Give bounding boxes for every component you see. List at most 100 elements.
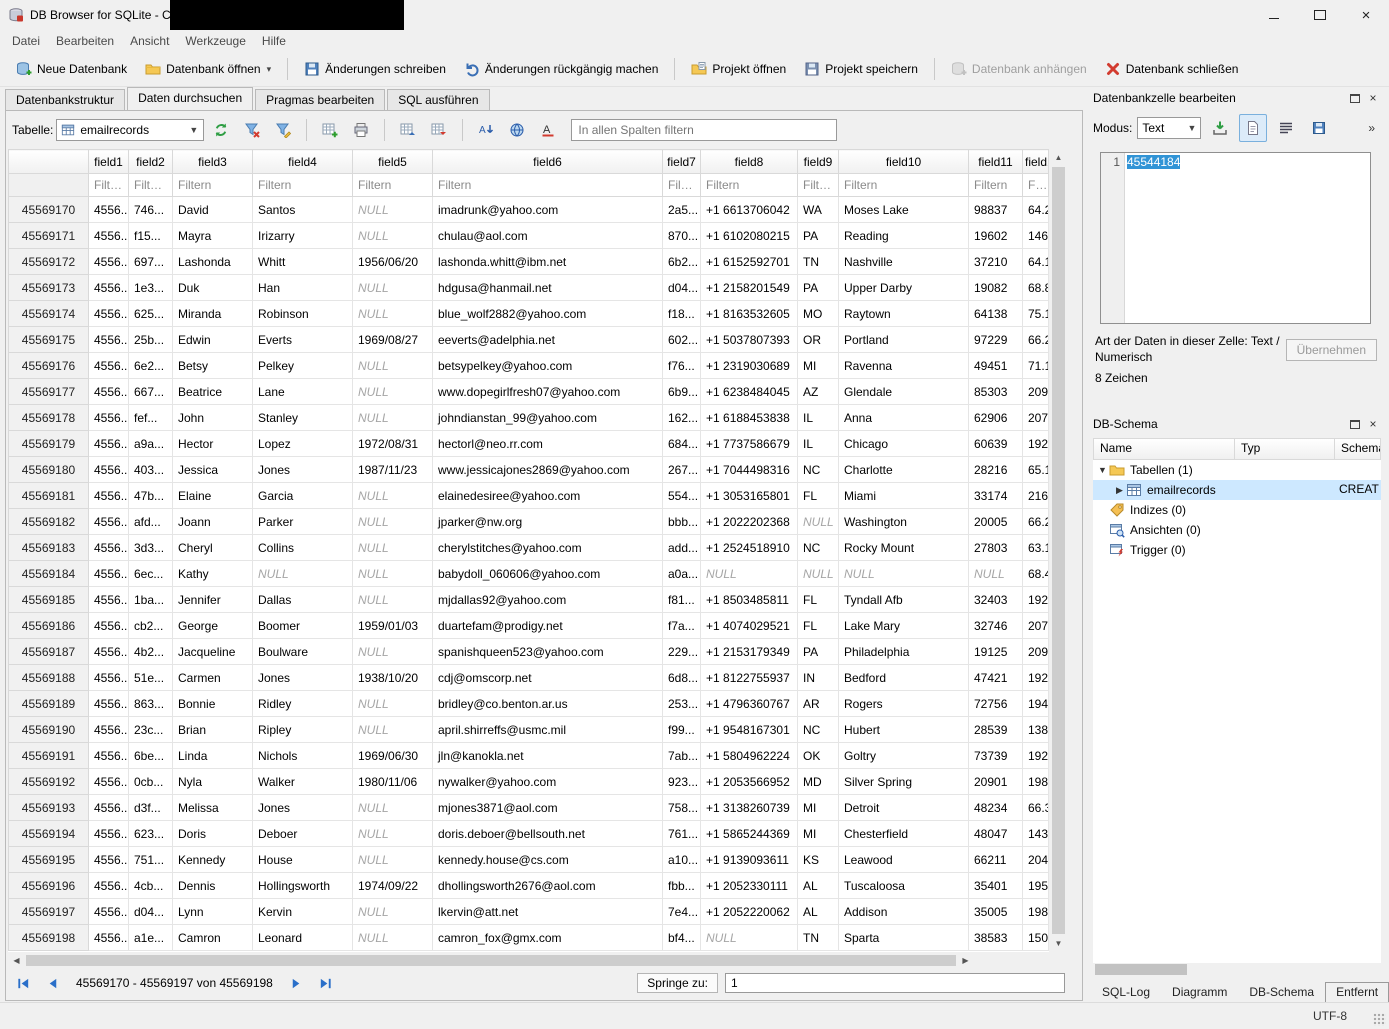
grid-cell[interactable]: Nyla [173,769,253,795]
grid-cell[interactable]: +1 4796360767 [701,691,798,717]
grid-cell[interactable]: 4556... [89,535,129,561]
grid-cell[interactable]: Lake Mary [839,613,969,639]
grid-cell[interactable]: +1 8503485811 [701,587,798,613]
grid-cell[interactable]: +1 6613706042 [701,197,798,223]
grid-cell[interactable]: bbb... [663,509,701,535]
refresh-button[interactable] [207,116,235,144]
grid-cell[interactable]: +1 8163532605 [701,301,798,327]
grid-cell[interactable]: 4556... [89,509,129,535]
grid-cell[interactable]: NULL [353,717,433,743]
grid-cell[interactable]: www.dopegirlfresh07@yahoo.com [433,379,663,405]
save-project-button[interactable]: Projekt speichern [796,56,926,82]
attach-database-button[interactable]: Datenbank anhängen [943,56,1095,82]
grid-cell[interactable]: AR [798,691,839,717]
menu-item-bearbeiten[interactable]: Bearbeiten [48,31,122,51]
column-header-field11[interactable]: field11 [969,150,1023,174]
grid-cell[interactable]: Bonnie [173,691,253,717]
grid-cell[interactable]: bridley@co.benton.ar.us [433,691,663,717]
grid-cell[interactable]: Dallas [253,587,353,613]
grid-cell[interactable]: hdgusa@hanmail.net [433,275,663,301]
grid-cell[interactable]: a10... [663,847,701,873]
grid-cell[interactable]: 28539 [969,717,1023,743]
row-header[interactable]: 45569173 [9,275,89,301]
row-header[interactable]: 45569195 [9,847,89,873]
grid-cell[interactable]: 192. [1023,587,1049,613]
grid-cell[interactable]: Lopez [253,431,353,457]
grid-cell[interactable]: NULL [353,483,433,509]
grid-cell[interactable]: NULL [353,587,433,613]
grid-cell[interactable]: +1 2153179349 [701,639,798,665]
row-header[interactable]: 45569178 [9,405,89,431]
menu-item-datei[interactable]: Datei [4,31,48,51]
grid-cell[interactable]: blue_wolf2882@yahoo.com [433,301,663,327]
grid-cell[interactable]: MI [798,821,839,847]
grid-cell[interactable]: Everts [253,327,353,353]
filter-input-field4[interactable]: Filtern [253,174,353,197]
grid-cell[interactable]: 4cb... [129,873,173,899]
grid-cell[interactable]: 49451 [969,353,1023,379]
filter-input-field6[interactable]: Filtern [433,174,663,197]
grid-cell[interactable]: NULL [353,925,433,951]
grid-cell[interactable]: +1 5865244369 [701,821,798,847]
row-header[interactable]: 45569188 [9,665,89,691]
grid-cell[interactable]: John [173,405,253,431]
grid-cell[interactable]: 6b9... [663,379,701,405]
dock-float-button[interactable] [1346,416,1364,432]
column-header-field8[interactable]: field8 [701,150,798,174]
grid-cell[interactable]: 863... [129,691,173,717]
column-header-field5[interactable]: field5 [353,150,433,174]
grid-cell[interactable]: 4556... [89,197,129,223]
grid-cell[interactable]: FL [798,613,839,639]
grid-cell[interactable]: +1 4074029521 [701,613,798,639]
schema-column-typ[interactable]: Typ [1235,438,1335,460]
tab-sql-ausführen[interactable]: SQL ausführen [387,89,489,110]
grid-cell[interactable]: 267... [663,457,701,483]
grid-cell[interactable]: Santos [253,197,353,223]
grid-cell[interactable]: 4556... [89,821,129,847]
grid-cell[interactable]: 3d3... [129,535,173,561]
cell-editor-content[interactable]: 45544184 [1125,153,1370,323]
grid-cell[interactable]: 4556... [89,457,129,483]
grid-cell[interactable]: Duk [173,275,253,301]
grid-cell[interactable]: NULL [353,275,433,301]
grid-cell[interactable]: NC [798,717,839,743]
grid-cell[interactable]: 6be... [129,743,173,769]
grid-cell[interactable]: 64.1 [1023,249,1049,275]
grid-cell[interactable]: 1980/11/06 [353,769,433,795]
grid-cell[interactable]: TN [798,249,839,275]
grid-cell[interactable]: 4556... [89,587,129,613]
grid-cell[interactable]: 68.8 [1023,275,1049,301]
grid-cell[interactable]: 923... [663,769,701,795]
row-header[interactable]: 45569190 [9,717,89,743]
grid-cell[interactable]: 65.1 [1023,457,1049,483]
grid-cell[interactable]: 6ec... [129,561,173,587]
grid-cell[interactable]: Nichols [253,743,353,769]
grid-cell[interactable]: 6d8... [663,665,701,691]
grid-cell[interactable]: 1987/11/23 [353,457,433,483]
grid-cell[interactable]: Robinson [253,301,353,327]
import-records-button[interactable] [425,116,453,144]
grid-cell[interactable]: d3f... [129,795,173,821]
grid-cell[interactable]: NULL [353,899,433,925]
grid-cell[interactable]: 143. [1023,821,1049,847]
grid-cell[interactable]: Camron [173,925,253,951]
grid-cell[interactable]: Leonard [253,925,353,951]
grid-cell[interactable]: +1 2158201549 [701,275,798,301]
row-header[interactable]: 45569171 [9,223,89,249]
grid-cell[interactable]: Irizarry [253,223,353,249]
grid-cell[interactable]: 4556... [89,743,129,769]
grid-cell[interactable]: 7e4... [663,899,701,925]
grid-cell[interactable]: Jennifer [173,587,253,613]
filter-input-field11[interactable]: Filtern [969,174,1023,197]
grid-cell[interactable]: f15... [129,223,173,249]
grid-cell[interactable]: 684... [663,431,701,457]
print-button[interactable] [347,116,375,144]
grid-cell[interactable]: Edwin [173,327,253,353]
grid-cell[interactable]: 20901 [969,769,1023,795]
grid-cell[interactable]: Beatrice [173,379,253,405]
grid-cell[interactable]: Boulware [253,639,353,665]
word-wrap-button[interactable] [1272,114,1300,142]
grid-cell[interactable]: 870... [663,223,701,249]
grid-cell[interactable]: Hollingsworth [253,873,353,899]
row-header[interactable]: 45569196 [9,873,89,899]
